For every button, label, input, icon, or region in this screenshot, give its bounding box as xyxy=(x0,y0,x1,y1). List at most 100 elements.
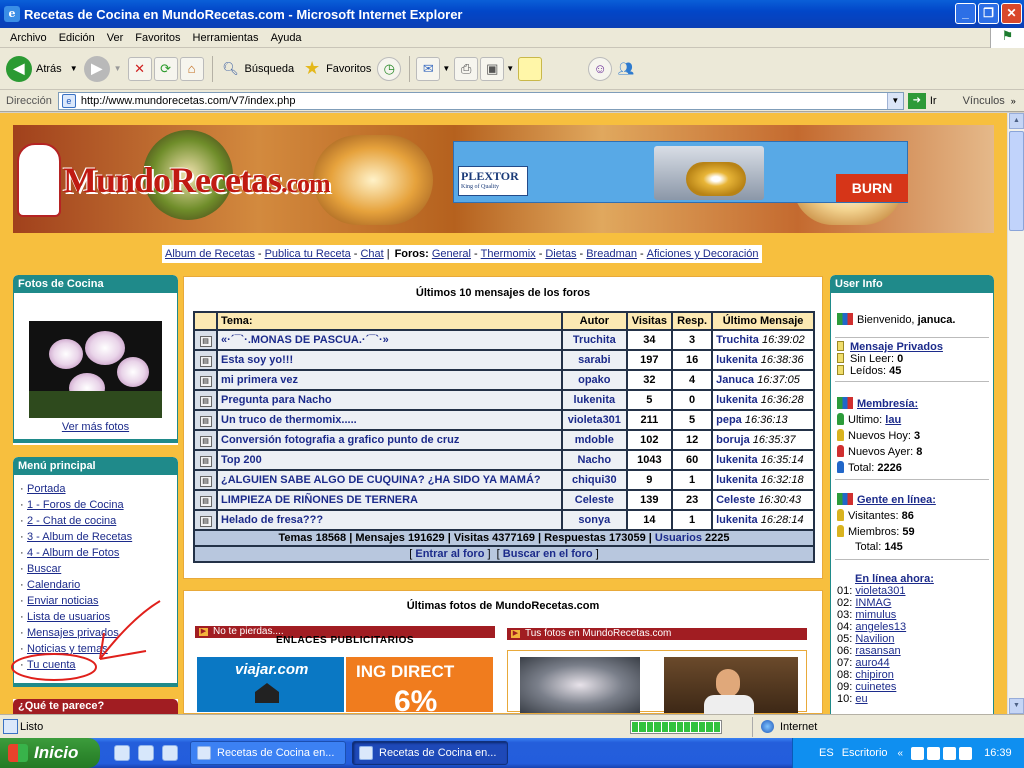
author-link[interactable]: mdoble xyxy=(575,434,614,446)
stop-icon[interactable]: ✕ xyxy=(127,56,152,81)
menu-enviar-noticias[interactable]: Enviar noticias xyxy=(27,595,99,607)
ing-direct-ad[interactable]: ING DIRECT 6% xyxy=(346,657,493,714)
menu-favoritos[interactable]: Favoritos xyxy=(129,32,186,44)
last-user-link[interactable]: lukenita xyxy=(716,514,758,526)
notes-icon[interactable] xyxy=(518,56,543,81)
tray-chevron-icon[interactable]: « xyxy=(898,748,904,759)
mail-icon[interactable]: ✉ xyxy=(416,56,441,81)
taskbar-item-active[interactable]: Recetas de Cocina en... xyxy=(352,741,508,765)
window-title-bar[interactable]: e Recetas de Cocina en MundoRecetas.com … xyxy=(0,0,1024,28)
topic-link[interactable]: Un truco de thermomix..... xyxy=(221,414,357,426)
photo-thumbnail[interactable] xyxy=(520,657,640,713)
menu-foros-cocina[interactable]: 1 - Foros de Cocina xyxy=(27,499,124,511)
language-indicator[interactable]: ES xyxy=(793,747,842,759)
close-button[interactable]: ✕ xyxy=(1001,3,1022,24)
search-button[interactable]: 🔍︎ Búsqueda xyxy=(219,57,294,81)
menu-ver[interactable]: Ver xyxy=(101,32,130,44)
media-player-icon[interactable] xyxy=(911,746,925,760)
private-messages-link[interactable]: Mensaje Privados xyxy=(850,341,943,353)
menu-archivo[interactable]: Archivo xyxy=(4,32,53,44)
forward-dropdown-icon[interactable]: ▼ xyxy=(114,64,122,73)
home-icon[interactable]: ⌂ xyxy=(179,56,204,81)
online-user-link[interactable]: chipiron xyxy=(855,669,894,681)
viajar-ad[interactable]: viajar.com xyxy=(197,657,344,712)
menu-mensajes-privados[interactable]: Mensajes privados xyxy=(27,627,119,639)
menu-ayuda[interactable]: Ayuda xyxy=(265,32,308,44)
topic-link[interactable]: Top 200 xyxy=(221,454,262,466)
favorites-button[interactable]: ★ Favoritos xyxy=(300,57,371,81)
messenger-icon[interactable]: 👥︎ xyxy=(614,57,638,81)
menu-portada[interactable]: Portada xyxy=(27,483,66,495)
edit-dropdown-icon[interactable]: ▼ xyxy=(506,64,514,73)
site-logo[interactable]: MundoRecetas.com xyxy=(17,143,331,219)
topic-link[interactable]: «·´¯`·.MONAS DE PASCUA.·´¯`·» xyxy=(221,334,389,346)
online-user-link[interactable]: cuinetes xyxy=(855,681,896,693)
author-link[interactable]: opako xyxy=(578,374,610,386)
explorer-quicklaunch-icon[interactable] xyxy=(138,745,154,761)
nav-forum-aficiones[interactable]: Aficiones y Decoración xyxy=(647,248,759,260)
nav-forum-general[interactable]: General xyxy=(432,248,471,260)
clock[interactable]: 16:39 xyxy=(984,747,1024,759)
topic-link[interactable]: Pregunta para Nacho xyxy=(221,394,332,406)
more-photos-link[interactable]: Ver más fotos xyxy=(13,421,178,433)
nav-chat[interactable]: Chat xyxy=(360,248,383,260)
messenger-tray-icon[interactable] xyxy=(927,746,941,760)
vertical-scrollbar[interactable]: ▲ ▼ xyxy=(1007,113,1024,714)
url-input[interactable]: e http://www.mundorecetas.com/V7/index.p… xyxy=(57,91,904,110)
history-icon[interactable]: ◷ xyxy=(377,56,402,81)
back-dropdown-icon[interactable]: ▼ xyxy=(70,64,78,73)
online-user-link[interactable]: angeles13 xyxy=(855,621,906,633)
scroll-thumb[interactable] xyxy=(1009,131,1024,231)
enter-forum-link[interactable]: Entrar al foro xyxy=(415,548,484,560)
topic-link[interactable]: LIMPIEZA DE RIÑONES DE TERNERA xyxy=(221,494,418,506)
menu-edicion[interactable]: Edición xyxy=(53,32,101,44)
author-link[interactable]: chiqui30 xyxy=(572,474,617,486)
menu-calendario[interactable]: Calendario xyxy=(27,579,80,591)
last-user-link[interactable]: Truchita xyxy=(716,334,759,346)
nav-forum-breadman[interactable]: Breadman xyxy=(586,248,637,260)
author-link[interactable]: sonya xyxy=(578,514,610,526)
maximize-button[interactable]: ❐ xyxy=(978,3,999,24)
author-link[interactable]: lukenita xyxy=(574,394,616,406)
start-button[interactable]: Inicio xyxy=(0,738,100,768)
refresh-icon[interactable]: ⟳ xyxy=(153,56,178,81)
nav-publica-receta[interactable]: Publica tu Receta xyxy=(265,248,351,260)
orchid-photo[interactable] xyxy=(29,321,162,418)
last-user-link[interactable]: pepa xyxy=(716,414,742,426)
author-link[interactable]: sarabi xyxy=(578,354,610,366)
menu-herramientas[interactable]: Herramientas xyxy=(187,32,265,44)
author-link[interactable]: Nacho xyxy=(578,454,612,466)
taskbar-item[interactable]: Recetas de Cocina en... xyxy=(190,741,346,765)
nav-forum-thermomix[interactable]: Thermomix xyxy=(481,248,536,260)
edit-icon[interactable]: ▣ xyxy=(480,56,505,81)
last-member-link[interactable]: lau xyxy=(885,414,901,426)
search-forum-link[interactable]: Buscar en el foro xyxy=(503,548,593,560)
online-user-link[interactable]: Navilion xyxy=(855,633,894,645)
topic-link[interactable]: mi primera vez xyxy=(221,374,298,386)
last-user-link[interactable]: lukenita xyxy=(716,354,758,366)
online-user-link[interactable]: mimulus xyxy=(855,609,896,621)
author-link[interactable]: Truchita xyxy=(573,334,616,346)
url-dropdown-icon[interactable]: ▼ xyxy=(886,92,903,109)
links-chevron-icon[interactable]: » xyxy=(1011,96,1016,106)
menu-album-fotos[interactable]: 4 - Album de Fotos xyxy=(27,547,119,559)
desktop-toolbar[interactable]: Escritorio xyxy=(842,747,898,759)
topic-link[interactable]: Conversión fotografia a grafico punto de… xyxy=(221,434,459,446)
users-link[interactable]: Usuarios xyxy=(655,532,702,544)
online-user-link[interactable]: violeta301 xyxy=(855,585,905,597)
last-user-link[interactable]: Januca xyxy=(716,374,754,386)
menu-album-recetas[interactable]: 3 - Album de Recetas xyxy=(27,531,132,543)
online-user-link[interactable]: INMAG xyxy=(855,597,891,609)
topic-link[interactable]: Esta soy yo!!! xyxy=(221,354,293,366)
photo-thumbnail[interactable] xyxy=(664,657,798,714)
network-icon[interactable] xyxy=(943,746,957,760)
back-button[interactable]: ◀ Atrás ▼ xyxy=(6,55,78,82)
last-user-link[interactable]: lukenita xyxy=(716,474,758,486)
topic-link[interactable]: Helado de fresa??? xyxy=(221,514,323,526)
links-button[interactable]: Vínculos xyxy=(963,95,1005,107)
plextor-ad-banner[interactable]: PLEXTOR King of Quality BURN xyxy=(453,141,908,203)
volume-icon[interactable] xyxy=(959,746,973,760)
menu-chat-cocina[interactable]: 2 - Chat de cocina xyxy=(27,515,116,527)
menu-buscar[interactable]: Buscar xyxy=(27,563,61,575)
last-user-link[interactable]: boruja xyxy=(716,434,750,446)
